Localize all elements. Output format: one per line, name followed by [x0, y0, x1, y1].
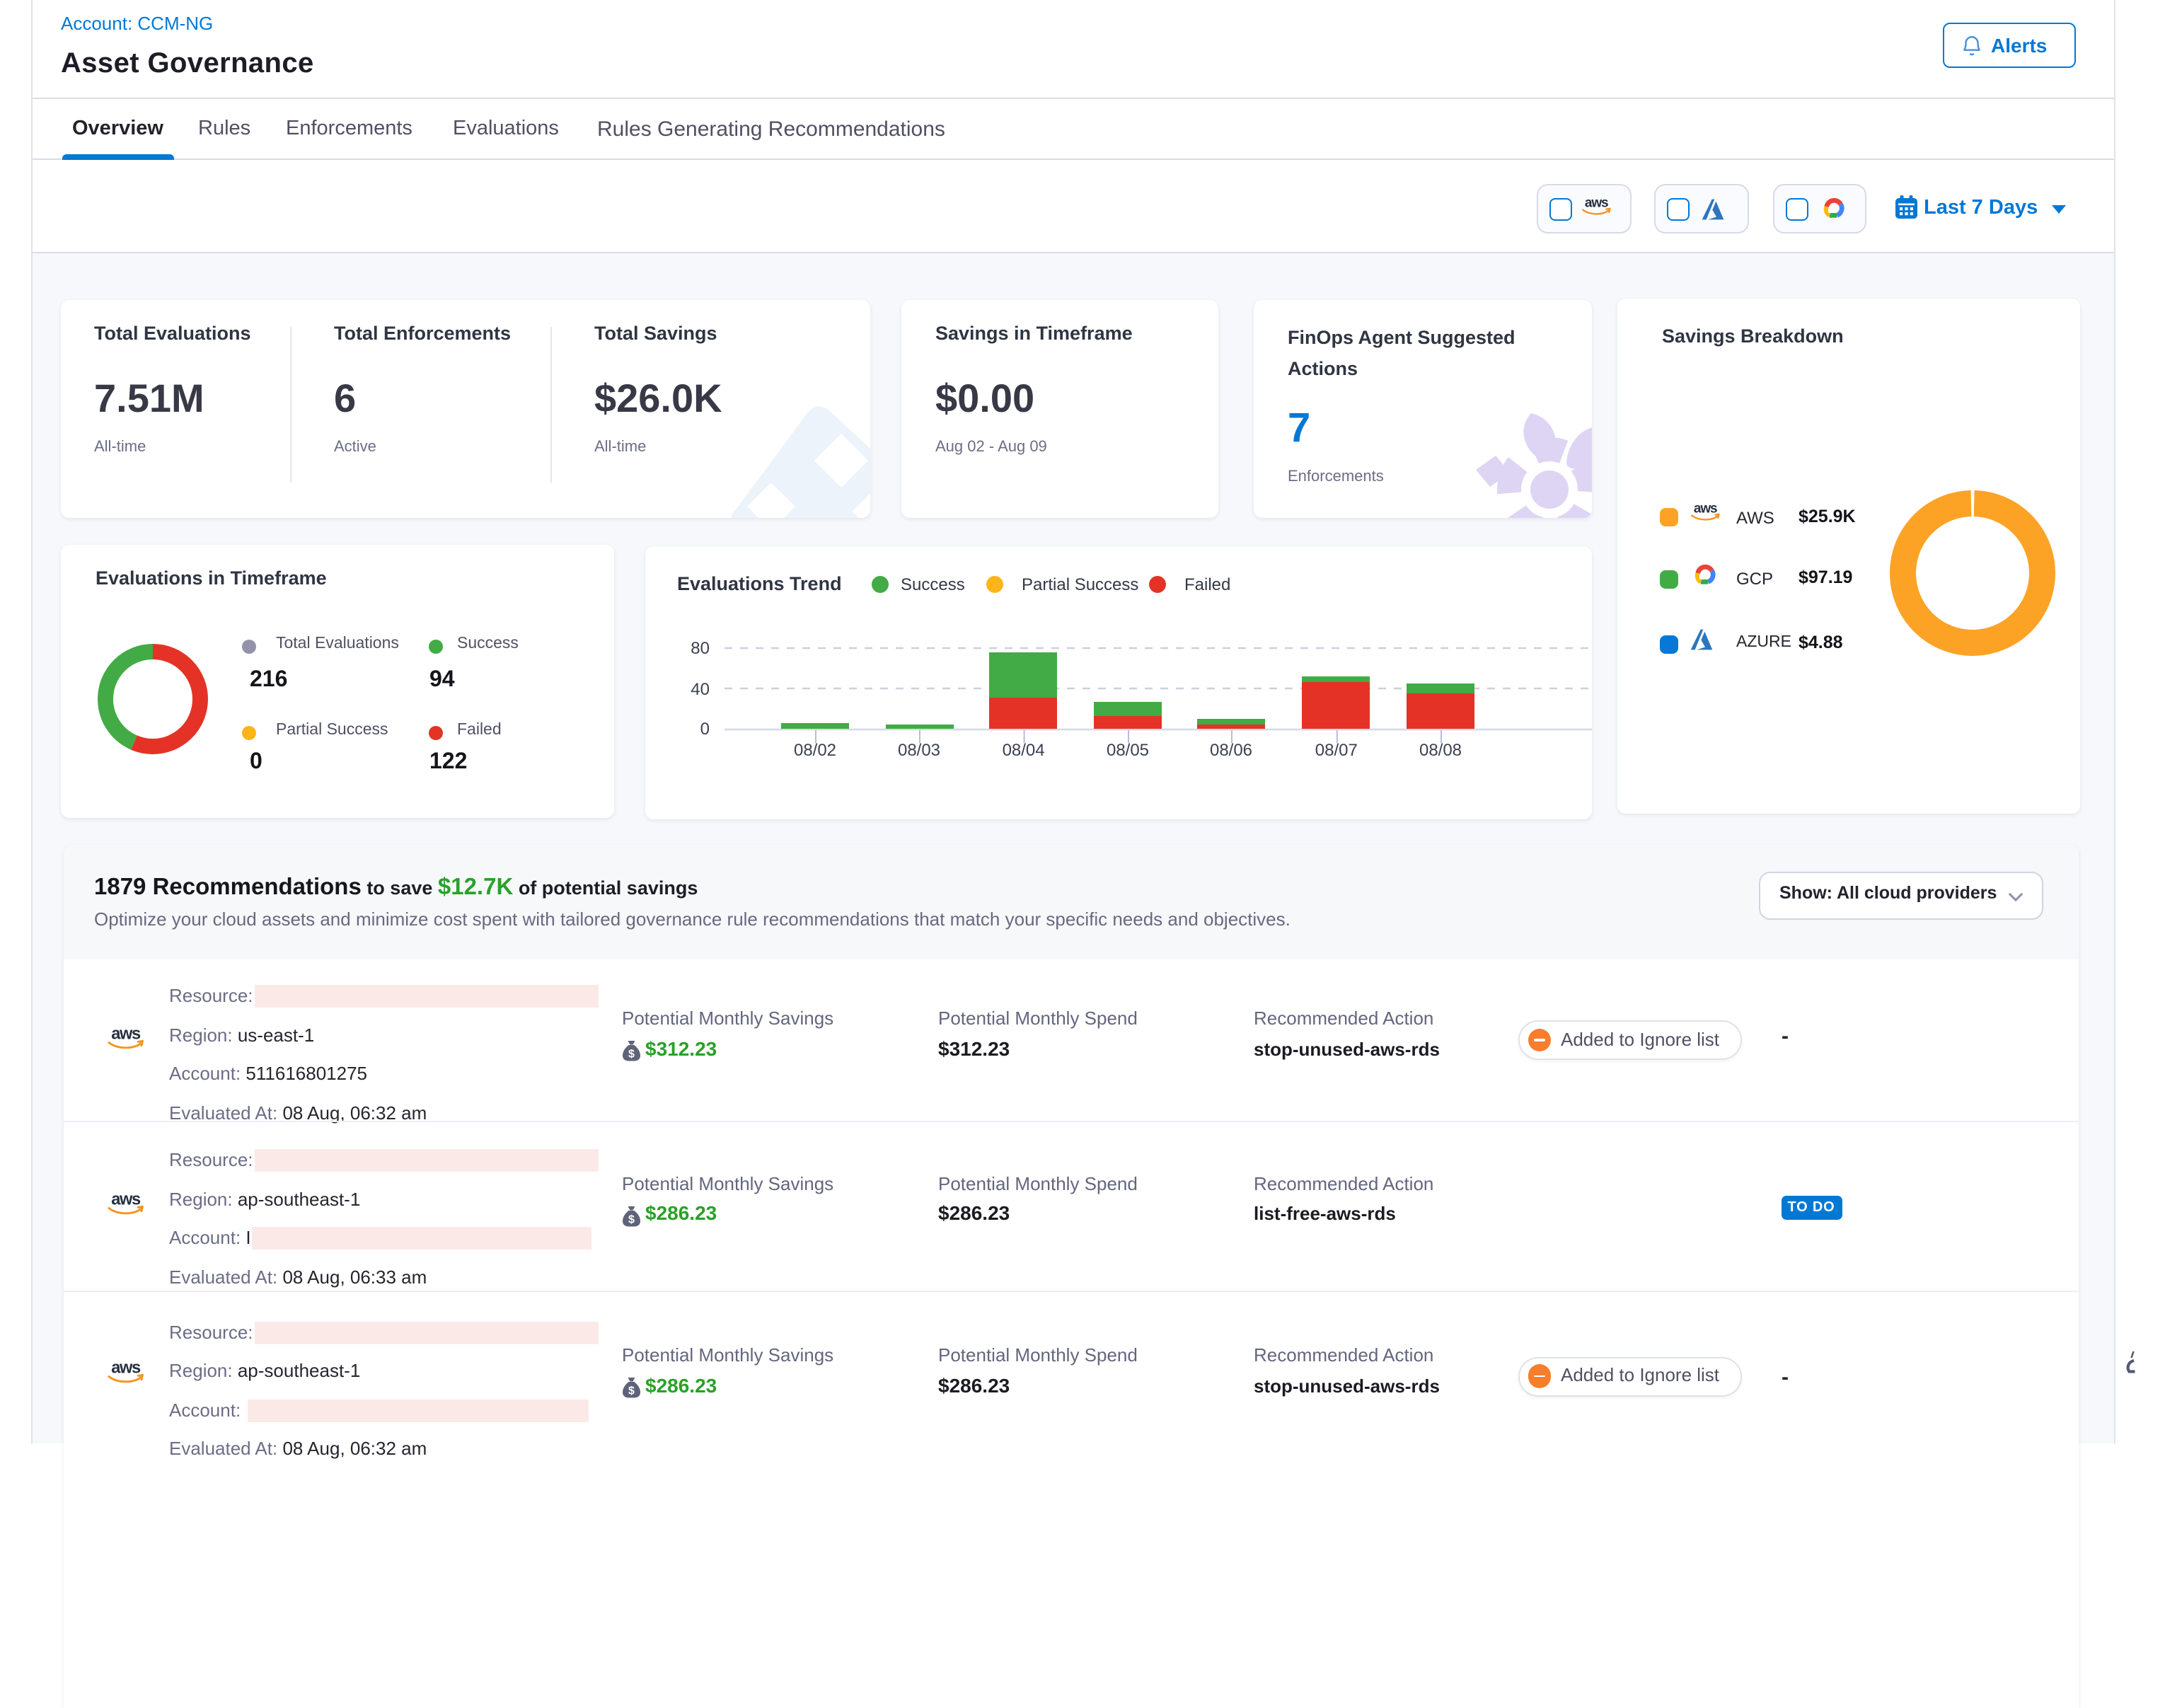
- svg-text:$: $: [628, 1213, 634, 1225]
- svg-text:aws: aws: [111, 1024, 141, 1042]
- svg-text:$: $: [628, 1385, 634, 1397]
- svg-text:aws: aws: [111, 1189, 141, 1208]
- svg-text:aws: aws: [111, 1358, 141, 1377]
- svg-text:aws: aws: [1585, 195, 1608, 210]
- svg-text:aws: aws: [1694, 500, 1717, 515]
- svg-text:$: $: [628, 1049, 634, 1061]
